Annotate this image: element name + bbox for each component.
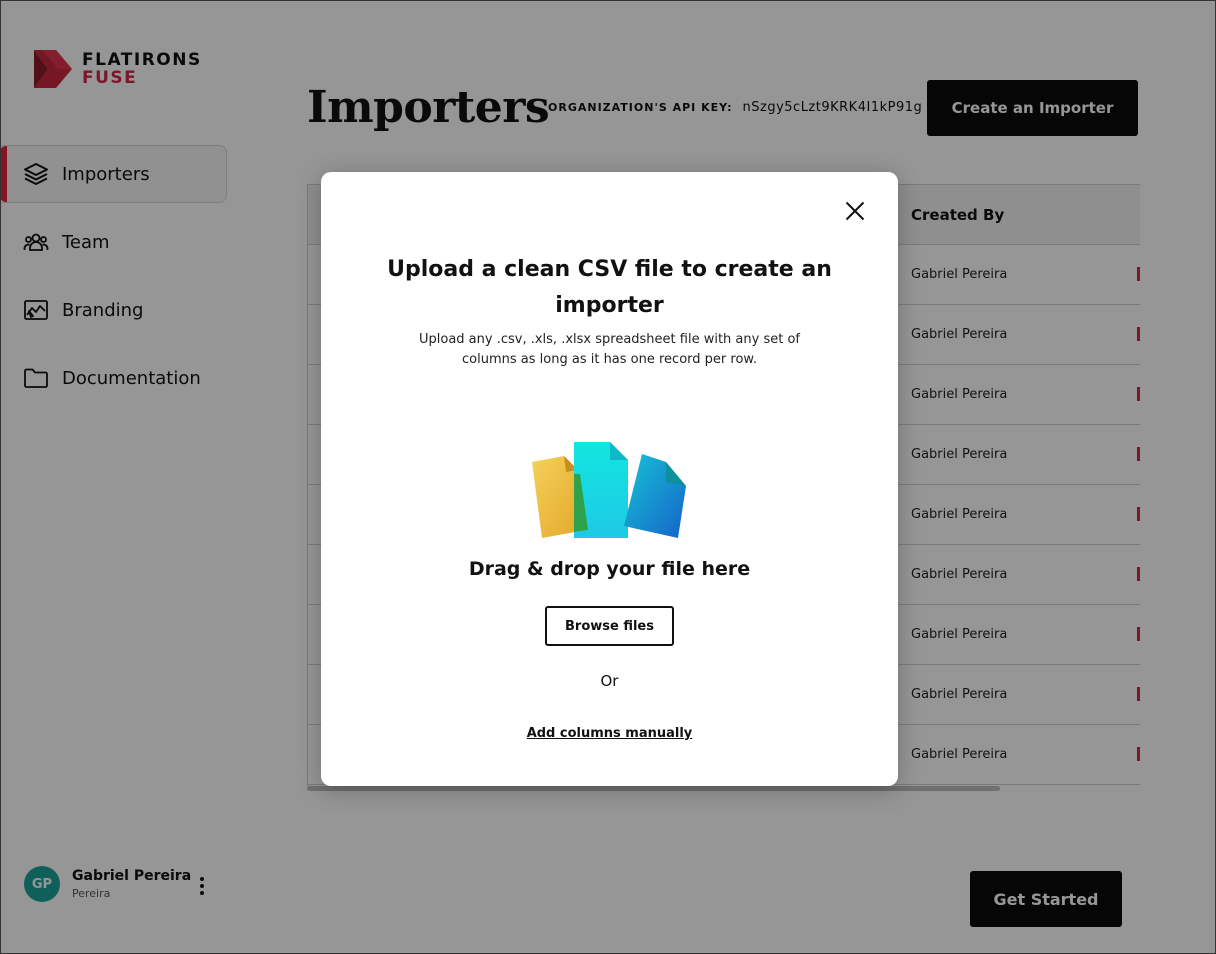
close-icon[interactable] [844, 200, 866, 222]
upload-modal: Upload a clean CSV file to create an imp… [321, 172, 898, 786]
modal-description: Upload any .csv, .xls, .xlsx spreadsheet… [419, 332, 800, 367]
file-upload-illustration-icon [532, 442, 686, 538]
drop-zone-text: Drag & drop your file here [468, 558, 751, 580]
modal-title: Upload a clean CSV file to create an imp… [387, 257, 832, 318]
browse-files-button[interactable]: Browse files [545, 606, 674, 646]
add-columns-manually-link[interactable]: Add columns manually [321, 726, 898, 741]
or-divider-text: Or [600, 672, 619, 690]
